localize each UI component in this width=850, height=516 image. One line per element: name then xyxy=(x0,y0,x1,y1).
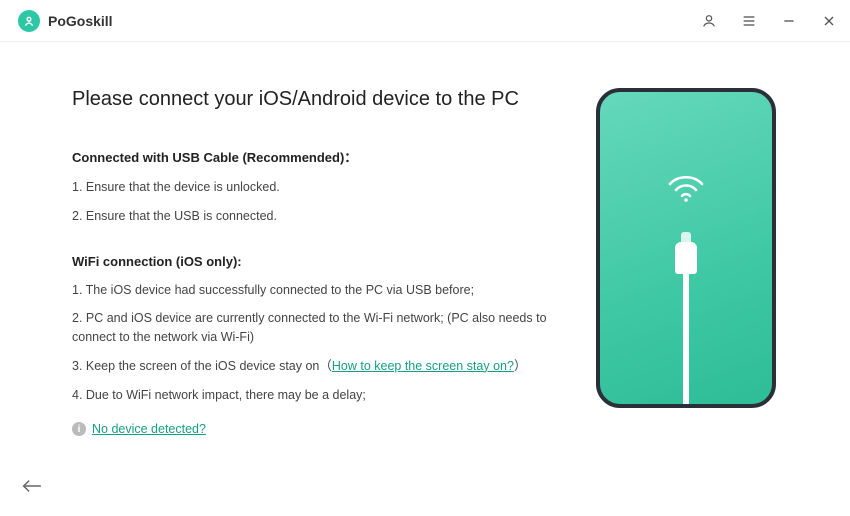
account-icon[interactable] xyxy=(700,12,718,30)
screen-stay-on-link[interactable]: How to keep the screen stay on? xyxy=(332,359,514,373)
no-device-row: i No device detected? xyxy=(72,422,556,436)
usb-step-1: 1. Ensure that the device is unlocked. xyxy=(72,178,556,197)
usb-step-2: 2. Ensure that the USB is connected. xyxy=(72,207,556,226)
usb-section-heading: Connected with USB Cable (Recommended)： xyxy=(72,147,556,166)
titlebar-controls xyxy=(700,12,838,30)
brand: PoGoskill xyxy=(18,10,113,32)
minimize-icon[interactable] xyxy=(780,12,798,30)
instructions-panel: Please connect your iOS/Android device t… xyxy=(72,88,556,436)
app-logo-icon xyxy=(18,10,40,32)
page-title: Please connect your iOS/Android device t… xyxy=(72,88,556,111)
wifi-step-3-suffix: ） xyxy=(514,359,527,373)
no-device-link[interactable]: No device detected? xyxy=(92,422,206,436)
back-button[interactable] xyxy=(22,479,42,498)
wifi-icon xyxy=(666,172,706,209)
wifi-step-4: 4. Due to WiFi network impact, there may… xyxy=(72,386,556,405)
wifi-step-3: 3. Keep the screen of the iOS device sta… xyxy=(72,357,556,376)
close-icon[interactable] xyxy=(820,12,838,30)
menu-icon[interactable] xyxy=(740,12,758,30)
wifi-section-heading: WiFi connection (iOS only): xyxy=(72,254,556,269)
main-content: Please connect your iOS/Android device t… xyxy=(0,42,850,436)
illustration-panel xyxy=(586,88,786,436)
titlebar: PoGoskill xyxy=(0,0,850,42)
phone-illustration xyxy=(596,88,776,408)
app-name: PoGoskill xyxy=(48,13,113,29)
lightning-cable-icon xyxy=(681,232,691,242)
wifi-step-1: 1. The iOS device had successfully conne… xyxy=(72,281,556,300)
info-icon: i xyxy=(72,422,86,436)
wifi-step-3-prefix: 3. Keep the screen of the iOS device sta… xyxy=(72,359,332,373)
wifi-step-2: 2. PC and iOS device are currently conne… xyxy=(72,309,556,347)
